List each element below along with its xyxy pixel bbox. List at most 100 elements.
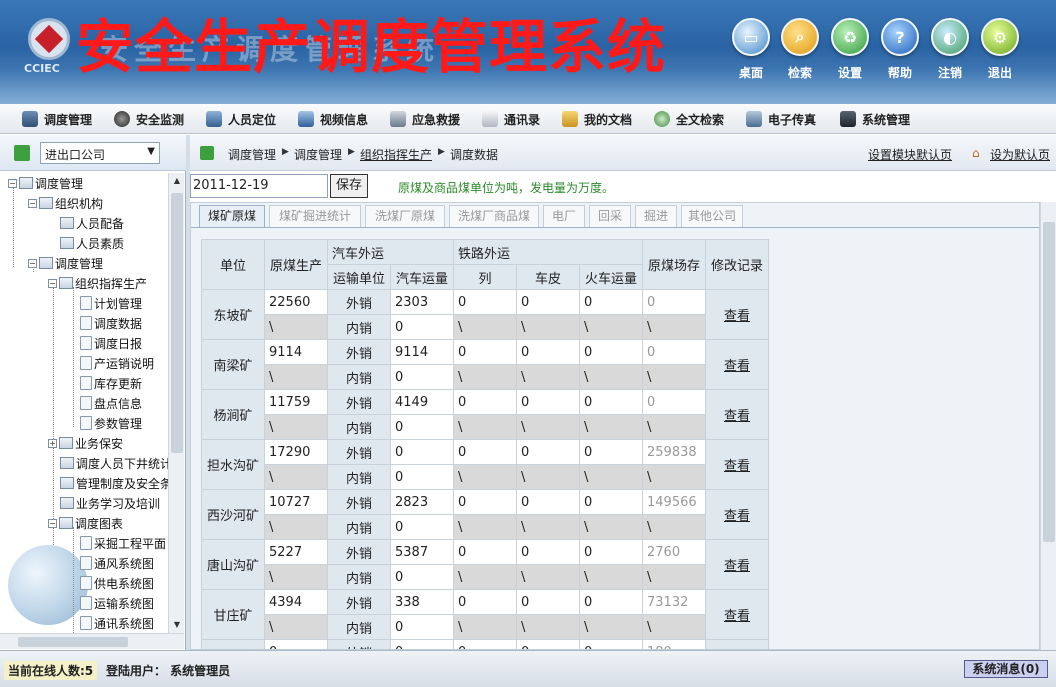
scrollbar-thumb[interactable] — [1043, 222, 1055, 542]
tree-item-stocktake-info[interactable]: 盘点信息 — [80, 393, 142, 413]
truck-volume-in-field[interactable]: 0 — [390, 514, 454, 540]
menu-personnel-location[interactable]: 人员定位 — [206, 110, 276, 128]
scroll-down-icon[interactable]: ▼ — [169, 617, 185, 633]
wagons-field[interactable]: 0 — [516, 439, 580, 465]
logout-button[interactable]: ◐ 注销 — [927, 18, 973, 88]
tree-item-inventory-update[interactable]: 库存更新 — [80, 373, 142, 393]
tree-item-dispatch-management[interactable]: − 调度管理 — [28, 253, 103, 273]
tree-horizontal-scrollbar[interactable] — [0, 633, 184, 649]
truck-volume-in-field[interactable]: 0 — [390, 414, 454, 440]
view-link[interactable]: 查看 — [705, 489, 769, 540]
tab-stoping[interactable]: 回采 — [589, 205, 631, 227]
stock-field[interactable]: 0 — [642, 339, 706, 365]
tree-item-organization[interactable]: − 组织机构 — [28, 193, 103, 213]
trains-field[interactable]: 0 — [453, 539, 517, 565]
trains-field[interactable]: 0 — [453, 639, 517, 649]
raw-production-field[interactable]: 17290 — [264, 439, 328, 465]
menu-system-management[interactable]: 系统管理 — [840, 110, 910, 128]
tree-item-management-rules[interactable]: 管理制度及安全条 — [60, 473, 168, 493]
truck-volume-out-field[interactable]: 0 — [390, 439, 454, 465]
tree-item-dispatch-charts[interactable]: − 调度图表 — [48, 513, 123, 533]
tab-tunneling[interactable]: 掘进 — [635, 205, 677, 227]
train-volume-field[interactable]: 0 — [579, 339, 643, 365]
truck-volume-out-field[interactable]: 0 — [390, 639, 454, 649]
menu-emergency-rescue[interactable]: 应急救援 — [390, 110, 460, 128]
wagons-field[interactable]: 0 — [516, 489, 580, 515]
train-volume-field[interactable]: 0 — [579, 639, 643, 649]
tree-item-production-command[interactable]: − 组织指挥生产 — [48, 273, 147, 293]
trains-field[interactable]: 0 — [453, 289, 517, 315]
tree-item-comm-diagram[interactable]: 通讯系统图 — [80, 613, 154, 633]
wagons-field[interactable]: 0 — [516, 289, 580, 315]
tree-item-downhole-stats[interactable]: 调度人员下井统计 — [60, 453, 168, 473]
tree-item-production-notes[interactable]: 产运销说明 — [80, 353, 154, 373]
tree-item-dispatch-root[interactable]: − 调度管理 — [8, 173, 83, 193]
help-button[interactable]: ? 帮助 — [877, 18, 923, 88]
tree-item-staff-quality[interactable]: 人员素质 — [60, 233, 124, 253]
scrollbar-thumb[interactable] — [171, 193, 183, 453]
breadcrumb-item[interactable]: 调度管理 — [294, 146, 342, 163]
train-volume-field[interactable]: 0 — [579, 489, 643, 515]
train-volume-field[interactable]: 0 — [579, 589, 643, 615]
tab-power-plant[interactable]: 电厂 — [543, 205, 585, 227]
menu-contacts[interactable]: 通讯录 — [482, 110, 540, 128]
tree-item-parameter-management[interactable]: 参数管理 — [80, 413, 142, 433]
view-link[interactable]: 查看 — [705, 439, 769, 490]
menu-fulltext-search[interactable]: 全文检索 — [654, 110, 724, 128]
truck-volume-in-field[interactable]: 0 — [390, 314, 454, 340]
tree-item-daily-report[interactable]: 调度日报 — [80, 333, 142, 353]
raw-production-field[interactable]: 11759 — [264, 389, 328, 415]
tree-item-plan-management[interactable]: 计划管理 — [80, 293, 142, 313]
trains-field[interactable]: 0 — [453, 439, 517, 465]
tab-other-companies[interactable]: 其他公司 — [681, 205, 743, 227]
stock-field[interactable]: 0 — [642, 289, 706, 315]
date-input[interactable]: 2011-12-19 — [190, 174, 328, 198]
tree-item-business-security[interactable]: + 业务保安 — [48, 433, 123, 453]
view-link[interactable]: 查看 — [705, 589, 769, 640]
train-volume-field[interactable]: 0 — [579, 539, 643, 565]
set-module-default-link[interactable]: 设置模块默认页 — [868, 146, 952, 163]
exit-button[interactable]: ⚙ 退出 — [977, 18, 1023, 88]
truck-volume-in-field[interactable]: 0 — [390, 614, 454, 640]
set-default-link[interactable]: 设为默认页 — [990, 146, 1050, 163]
tree-item-ventilation-diagram[interactable]: 通风系统图 — [80, 553, 154, 573]
breadcrumb-item[interactable]: 组织指挥生产 — [360, 146, 432, 163]
stock-field[interactable]: 0 — [642, 389, 706, 415]
raw-production-field[interactable]: 9114 — [264, 339, 328, 365]
save-button[interactable]: 保存 — [330, 174, 368, 198]
tree-vertical-scrollbar[interactable]: ▲ ▼ — [168, 173, 184, 633]
truck-volume-in-field[interactable]: 0 — [390, 464, 454, 490]
scroll-up-icon[interactable]: ▲ — [169, 173, 185, 189]
view-link[interactable]: 查看 — [705, 539, 769, 590]
stock-field[interactable]: 180 — [642, 639, 706, 649]
view-link[interactable]: 查看 — [705, 289, 769, 340]
wagons-field[interactable]: 0 — [516, 589, 580, 615]
settings-button[interactable]: ♻ 设置 — [827, 18, 873, 88]
menu-e-fax[interactable]: 电子传真 — [746, 110, 816, 128]
wagons-field[interactable]: 0 — [516, 539, 580, 565]
trains-field[interactable]: 0 — [453, 589, 517, 615]
trains-field[interactable]: 0 — [453, 489, 517, 515]
desktop-button[interactable]: ▭ 桌面 — [728, 18, 774, 88]
truck-volume-out-field[interactable]: 4149 — [390, 389, 454, 415]
trains-field[interactable]: 0 — [453, 389, 517, 415]
train-volume-field[interactable]: 0 — [579, 389, 643, 415]
company-select[interactable]: 进出口公司 ▼ — [40, 142, 160, 164]
search-button[interactable]: ⌕ 检索 — [777, 18, 823, 88]
menu-safety-monitor[interactable]: 安全监测 — [114, 110, 184, 128]
tab-coal-mine-raw[interactable]: 煤矿原煤 — [199, 205, 265, 227]
system-message-button[interactable]: 系统消息(0) — [964, 660, 1048, 678]
tree-item-mining-plan[interactable]: 采掘工程平面 — [80, 533, 166, 553]
view-link[interactable] — [705, 639, 769, 649]
truck-volume-out-field[interactable]: 338 — [390, 589, 454, 615]
train-volume-field[interactable]: 0 — [579, 289, 643, 315]
wagons-field[interactable]: 0 — [516, 389, 580, 415]
truck-volume-out-field[interactable]: 5387 — [390, 539, 454, 565]
raw-production-field[interactable]: 22560 — [264, 289, 328, 315]
tab-washery-commercial[interactable]: 洗煤厂商品煤 — [449, 205, 539, 227]
tree-item-training[interactable]: 业务学习及培训 — [60, 493, 160, 513]
scrollbar-thumb[interactable] — [18, 637, 128, 647]
view-link[interactable]: 查看 — [705, 339, 769, 390]
raw-production-field[interactable]: 4394 — [264, 589, 328, 615]
tree-item-transport-diagram[interactable]: 运输系统图 — [80, 593, 154, 613]
